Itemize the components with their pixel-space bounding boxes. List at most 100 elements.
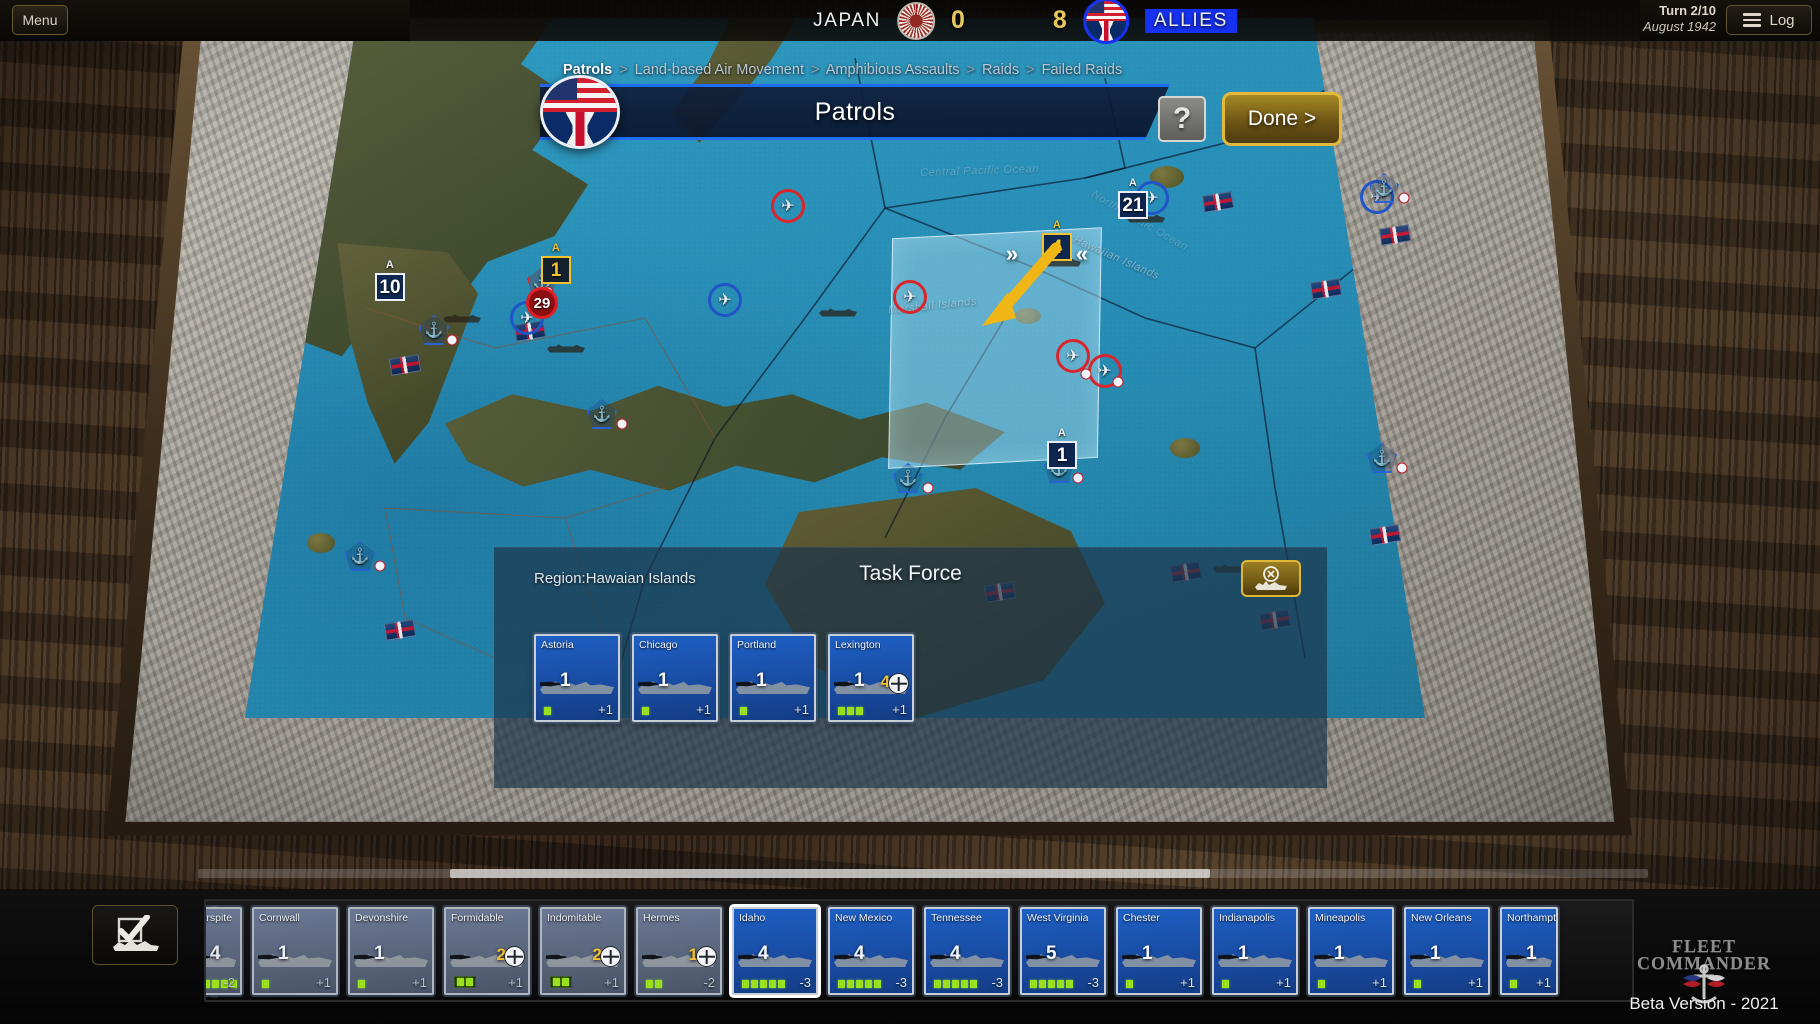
ship-modifier-value: -3: [1087, 975, 1099, 990]
japan-score: 0: [951, 6, 965, 34]
ship-card[interactable]: Chicago 1 +1: [632, 634, 718, 722]
move-chevron-left[interactable]: «: [1076, 241, 1088, 267]
carrier-dot-4: [922, 482, 934, 494]
air-unit-marker-blue-2[interactable]: ✈: [708, 283, 742, 317]
ship-damage-pip: [457, 978, 464, 986]
unit-letter: A: [551, 242, 561, 254]
ship-card[interactable]: Northampton 1 +1: [1500, 907, 1558, 995]
ship-modifier-value: +1: [412, 975, 427, 990]
ship-card[interactable]: Mineapolis 1 +1: [1308, 907, 1394, 995]
ship-card[interactable]: Hermes 1 -2: [636, 907, 722, 995]
ship-damage-pip: [961, 980, 968, 988]
unit-letter: A: [1128, 177, 1138, 189]
ship-card-name: Indomitable: [547, 912, 602, 924]
carrier-dot-5: [1072, 472, 1084, 484]
ship-card[interactable]: West Virginia 5 -3: [1020, 907, 1106, 995]
confirm-fleet-icon[interactable]: [92, 905, 178, 965]
ship-card-name: West Virginia: [1027, 912, 1089, 924]
ship-card[interactable]: Indomitable 2 +1: [540, 907, 626, 995]
ship-card[interactable]: Chester 1 +1: [1116, 907, 1202, 995]
ship-damage-pip: [751, 980, 758, 988]
ship-card-name: Northampton: [1507, 912, 1557, 924]
ship-attack-value: 1: [1430, 943, 1441, 964]
map-unit-a-10[interactable]: A 10: [375, 260, 405, 301]
ship-damage-pips: [1126, 980, 1133, 988]
breadcrumb-item-land-based-air-movement[interactable]: Land-based Air Movement: [635, 62, 804, 78]
carrier-dot-6: [1398, 192, 1410, 204]
ship-attack-value: 4: [854, 943, 865, 964]
fleet-card-list[interactable]: Warspite4-2Cornwall1+1Devonshire1+1Formi…: [206, 907, 1558, 995]
topbar-right-section: Turn 2/10 August 1942 Log: [1640, 0, 1820, 41]
ship-card-name: Warspite: [206, 912, 233, 924]
turn-indicator: Turn 2/10 August 1942: [1643, 3, 1716, 36]
ship-damage-pip: [769, 980, 776, 988]
breadcrumb-item-failed-raids[interactable]: Failed Raids: [1042, 62, 1123, 78]
move-chevron-right[interactable]: »: [1006, 241, 1018, 267]
ship-damage-pips: [1222, 980, 1229, 988]
ship-card[interactable]: Portland 1 +1: [730, 634, 816, 722]
menu-button[interactable]: Menu: [12, 5, 68, 35]
ship-damage-pips: [358, 980, 365, 988]
checkmark-ship-icon: [113, 915, 159, 951]
ship-card[interactable]: New Mexico 4 -3: [828, 907, 914, 995]
ship-damage-pip: [1126, 980, 1133, 988]
ship-card[interactable]: Astoria 1 +1: [534, 634, 620, 722]
ship-card[interactable]: Tennessee 4 -3: [924, 907, 1010, 995]
ship-card[interactable]: Formidable 2 +1: [444, 907, 530, 995]
ship-damage-pip: [838, 980, 845, 988]
breadcrumb-item-raids[interactable]: Raids: [982, 62, 1019, 78]
map-unit-a-1-lower[interactable]: A 1: [1047, 428, 1077, 469]
ship-damage-pip: [1066, 980, 1073, 988]
ship-modifier-value: +1: [1468, 975, 1483, 990]
ship-damage-pip: [553, 978, 560, 986]
ship-damage-pip: [740, 707, 747, 715]
ship-modifier-value: +1: [1180, 975, 1195, 990]
ship-attack-value: 1: [374, 943, 385, 964]
fleet-card-strip[interactable]: Warspite4-2Cornwall1+1Devonshire1+1Formi…: [204, 899, 1634, 1002]
ship-card[interactable]: Indianapolis 1 +1: [1212, 907, 1298, 995]
map-unit-a-4-selected[interactable]: A 4: [1042, 220, 1072, 261]
ship-card[interactable]: Devonshire 1 +1: [348, 907, 434, 995]
ship-card[interactable]: Idaho 4 -3: [732, 907, 818, 995]
air-unit-marker-red-1[interactable]: ✈: [771, 189, 805, 223]
ship-card[interactable]: Cornwall 1 +1: [252, 907, 338, 995]
enemy-strength-marker[interactable]: 29: [526, 287, 558, 319]
map-horizontal-scrollbar[interactable]: [198, 869, 1648, 878]
ship-card[interactable]: Lexington 1 4 +1: [828, 634, 914, 722]
map-scroll-thumb[interactable]: [450, 869, 1210, 878]
ship-card-name: Astoria: [541, 639, 574, 651]
ship-damage-pip: [358, 980, 365, 988]
help-button[interactable]: ?: [1158, 96, 1206, 142]
ship-damage-pip: [847, 980, 854, 988]
japan-rising-sun-roundel-icon: [897, 1, 935, 40]
aircraft-icon: [504, 946, 525, 967]
ship-modifier-value: +1: [696, 702, 711, 717]
score-strip: JAPAN 0 8 ALLIES: [813, 0, 1237, 44]
ship-damage-pip: [943, 980, 950, 988]
ship-damage-pip: [1510, 980, 1517, 988]
ship-attack-value: 1: [658, 670, 669, 691]
done-button[interactable]: Done >: [1222, 92, 1342, 146]
ship-damage-pips: [262, 980, 269, 988]
breadcrumb-item-amphibious-assaults[interactable]: Amphibious Assaults: [826, 62, 960, 78]
carrier-dot-7: [1396, 462, 1408, 474]
ship-modifier-value: -3: [895, 975, 907, 990]
task-force-ship-list[interactable]: Astoria 1 +1 Chicago 1 +1 Portland 1 +1 Lexington…: [534, 634, 914, 722]
ship-card[interactable]: Warspite 4-2: [206, 907, 242, 995]
x-circle-ship-icon: [1255, 565, 1287, 590]
ship-damage-pip: [1030, 980, 1037, 988]
ship-attack-value: 4: [210, 943, 221, 964]
ship-attack-value: 4: [758, 943, 769, 964]
air-unit-marker-red-2[interactable]: ✈: [893, 280, 927, 314]
ship-damage-pips: [646, 980, 662, 988]
region-value: Hawaian Islands: [585, 570, 696, 587]
map-unit-a-21[interactable]: A 21: [1118, 178, 1148, 219]
ship-damage-pip: [742, 980, 749, 988]
log-button[interactable]: Log: [1726, 5, 1812, 35]
map-unit-a-1-yellow[interactable]: A 1: [541, 243, 571, 284]
ship-damage-pip: [1057, 980, 1064, 988]
ship-attack-value: 1: [1526, 943, 1537, 964]
dismiss-task-force-icon[interactable]: [1241, 560, 1301, 597]
carrier-dot-10: [1112, 376, 1124, 388]
ship-card[interactable]: New Orleans 1 +1: [1404, 907, 1490, 995]
